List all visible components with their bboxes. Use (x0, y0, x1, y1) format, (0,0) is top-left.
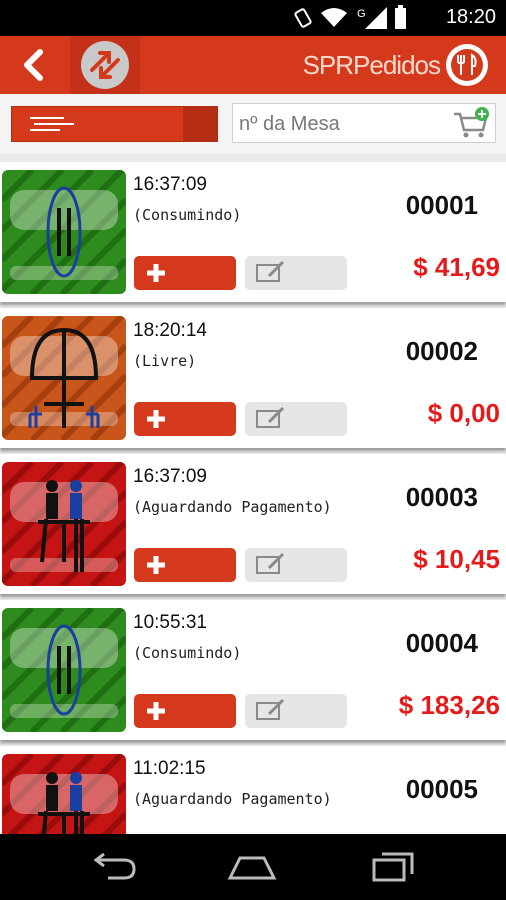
order-number: 00004 (405, 628, 478, 658)
edit-note-icon (256, 406, 285, 428)
status-icons: G (294, 5, 406, 29)
order-number: 00001 (405, 190, 478, 220)
app-logo (446, 44, 488, 86)
order-total: $ 183,26 (398, 690, 500, 720)
free-table-umbrella-icon (2, 316, 126, 440)
edit-order-button[interactable] (245, 694, 347, 728)
network-type-label: G (357, 8, 366, 20)
table-number-input[interactable] (237, 110, 451, 138)
nav-recents-button[interactable] (364, 848, 424, 886)
add-item-button[interactable] (134, 694, 236, 728)
order-status: (Consumindo) (133, 644, 242, 662)
add-item-button[interactable] (134, 548, 236, 582)
wifi-icon (321, 8, 347, 27)
app-title: SPRPedidos (302, 50, 441, 80)
nav-home-icon (227, 856, 277, 880)
order-time: 16:37:09 (133, 174, 207, 195)
order-time: 18:20:14 (133, 320, 207, 341)
filter-dropdown-toggle[interactable] (183, 107, 217, 141)
order-status: (Livre) (133, 352, 197, 370)
nav-recents-icon (372, 852, 414, 882)
filter-menu-button[interactable] (11, 106, 218, 142)
awaiting-payment-icon (2, 462, 126, 586)
edit-order-button[interactable] (245, 256, 347, 290)
signal-icon (365, 7, 387, 29)
order-time: 11:02:15 (133, 758, 206, 779)
edit-note-icon (256, 260, 285, 282)
plus-icon (147, 556, 165, 574)
edit-order-button[interactable] (245, 548, 347, 582)
table-status-thumbnail (2, 462, 126, 586)
order-card[interactable]: 10:55:31 (Consumindo) 00004 $ 183,26 (0, 600, 506, 740)
back-button[interactable] (0, 36, 71, 94)
edit-order-button[interactable] (245, 402, 347, 436)
add-item-button[interactable] (134, 256, 236, 290)
status-time: 18:20 (445, 6, 496, 28)
order-time: 16:37:09 (133, 466, 207, 487)
table-status-thumbnail (2, 170, 126, 294)
nav-home-button[interactable] (222, 848, 282, 886)
cart-add-icon (454, 107, 489, 138)
order-card[interactable]: 16:37:09 (Consumindo) 00001 $ 41,69 (0, 162, 506, 302)
plus-icon (147, 702, 165, 720)
orders-list: 16:37:09 (Consumindo) 00001 $ 41,69 18:2… (0, 154, 506, 834)
back-arrow-icon (24, 49, 43, 81)
order-status: (Aguardando Pagamento) (133, 498, 332, 516)
filter-bar (0, 94, 506, 154)
order-card[interactable]: 16:37:09 (Aguardando Pagamento) 00003 $ … (0, 454, 506, 594)
table-status-thumbnail (2, 608, 126, 732)
order-number: 00002 (405, 336, 478, 366)
nav-back-icon (93, 852, 136, 880)
table-search (232, 103, 496, 143)
swap-arrows-icon (81, 41, 129, 89)
order-number: 00003 (405, 482, 478, 512)
battery-icon (395, 5, 406, 29)
add-item-button[interactable] (134, 402, 236, 436)
order-total: $ 0,00 (427, 398, 500, 428)
rotate-icon (294, 8, 312, 28)
edit-note-icon (256, 698, 285, 720)
navigation-bar (0, 834, 506, 900)
table-status-thumbnail (2, 316, 126, 440)
order-status: (Aguardando Pagamento) (133, 790, 332, 808)
plus-icon (147, 264, 165, 282)
fork-knife-icon (451, 49, 483, 81)
nav-back-button[interactable] (84, 848, 144, 886)
order-status: (Consumindo) (133, 206, 242, 224)
menu-lines-icon (30, 117, 74, 131)
order-card[interactable]: 11:02:15 (Aguardando Pagamento) 00005 (0, 746, 506, 834)
status-bar: G 18:20 (0, 0, 506, 36)
plus-icon (147, 410, 165, 428)
table-status-thumbnail (2, 754, 126, 834)
order-time: 10:55:31 (133, 612, 207, 633)
order-number: 00005 (405, 774, 478, 804)
add-cart-button[interactable] (451, 106, 491, 140)
consuming-table-icon (2, 608, 126, 732)
order-total: $ 10,45 (413, 544, 500, 574)
consuming-table-icon (2, 170, 126, 294)
awaiting-payment-icon (2, 754, 126, 834)
swap-button[interactable] (70, 36, 140, 94)
order-card[interactable]: 18:20:14 (Livre) 00002 $ 0,00 (0, 308, 506, 448)
order-total: $ 41,69 (413, 252, 500, 282)
edit-note-icon (256, 552, 285, 574)
action-bar: SPRPedidos (0, 36, 506, 94)
